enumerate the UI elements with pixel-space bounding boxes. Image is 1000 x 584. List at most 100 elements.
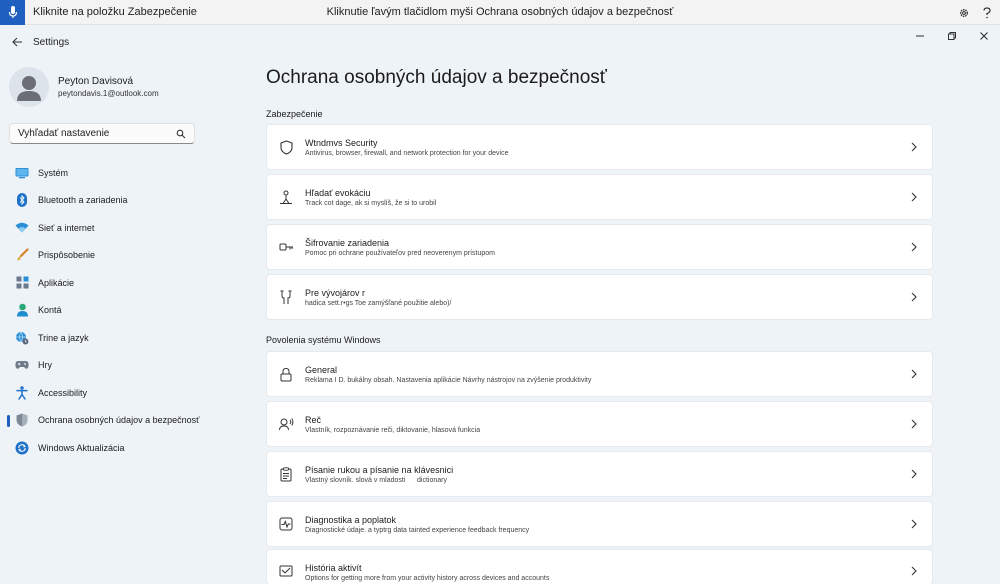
sidebar-item-apps[interactable]: Aplikácie	[0, 269, 240, 297]
sidebar-item-label: Hry	[38, 360, 52, 371]
card-subtitle: hadica sett.r•gs Toe zamýšľané použitie …	[305, 299, 452, 307]
sidebar-item-label: Prispôsobenie	[38, 250, 96, 261]
sidebar-item-gaming[interactable]: Hry	[0, 352, 240, 380]
sidebar-item-windows-update[interactable]: Windows Aktualizácia	[0, 434, 240, 462]
wifi-icon	[15, 221, 29, 235]
sidebar-item-privacy-security[interactable]: Ochrana osobných údajov a bezpečnosť	[0, 407, 240, 435]
sidebar-item-network[interactable]: Sieť a internet	[0, 214, 240, 242]
card-title: Reč	[305, 414, 322, 425]
user-profile[interactable]: Peyton Davisová peytondavis.1@outlook.co…	[9, 67, 159, 107]
sidebar-item-time-language[interactable]: Trine a jazyk	[0, 324, 240, 352]
card-subtitle: Options for getting more from your activ…	[305, 575, 550, 582]
accessibility-icon	[15, 386, 29, 400]
card-inking-typing[interactable]: Písanie rukou a písanie na klávesnici Vl…	[266, 451, 933, 497]
card-activity-history[interactable]: História aktivít Options for getting mor…	[266, 549, 933, 584]
shield-icon	[278, 139, 294, 155]
profile-name: Peyton Davisová	[58, 76, 134, 87]
section-header-windows-permissions: Povolenia systému Windows	[266, 335, 381, 345]
brush-icon	[15, 248, 29, 262]
person-icon	[17, 76, 41, 101]
sidebar-item-label: Sieť a internet	[38, 222, 95, 233]
card-title: General	[305, 364, 338, 375]
arrow-left-icon	[11, 37, 22, 47]
sidebar-item-label: Bluetooth a zariadenia	[38, 195, 128, 206]
bluetooth-icon	[15, 193, 29, 208]
lock-icon	[278, 366, 294, 382]
sidebar-item-label: Ochrana osobných údajov a bezpečnosť	[38, 415, 200, 426]
chevron-right-icon	[906, 563, 922, 579]
card-title: História aktivít	[305, 563, 362, 573]
sidebar-item-label: Kontá	[38, 305, 62, 316]
card-windows-security[interactable]: Wtndmvs Security Antivirus, browser, fir…	[266, 124, 933, 170]
card-subtitle: Pomoc pri ochrane používateľov pred neov…	[305, 249, 495, 257]
developer-icon	[278, 289, 294, 305]
chevron-right-icon	[906, 139, 922, 155]
sidebar-item-bluetooth[interactable]: Bluetooth a zariadenia	[0, 187, 240, 215]
globe-clock-icon	[15, 331, 29, 345]
card-find-my-device[interactable]: Hľadať evokáciu Track cot dage, ak si my…	[266, 174, 933, 220]
help-icon[interactable]	[982, 6, 992, 19]
card-title: Diagnostika a poplatok	[305, 514, 397, 525]
close-icon	[980, 32, 988, 40]
gear-icon[interactable]	[958, 7, 970, 19]
back-button[interactable]	[8, 33, 26, 51]
card-subtitle: Vlastný slovník. slová v mladosti dictio…	[305, 476, 447, 484]
card-title: Písanie rukou a písanie na klávesnici	[305, 464, 454, 475]
chevron-right-icon	[906, 516, 922, 532]
card-general[interactable]: General Reklama I D. bukálny obsah. Nast…	[266, 351, 933, 397]
card-diagnostics-feedback[interactable]: Diagnostika a poplatok Diagnostické údaj…	[266, 501, 933, 547]
microphone-icon	[8, 6, 17, 18]
shield-icon	[15, 413, 29, 427]
account-icon	[15, 303, 29, 317]
avatar	[9, 67, 49, 107]
voice-access-bar: Kliknite na položku Zabezpečenie Kliknut…	[0, 0, 1000, 25]
card-title: Pre vývojárov r	[305, 287, 366, 298]
navigation-list: Systém Bluetooth a zariadenia Sieť a int…	[0, 159, 240, 462]
history-icon	[278, 563, 294, 579]
card-speech[interactable]: Reč Vlastník, rozpoznávanie reči, diktov…	[266, 401, 933, 447]
search-box[interactable]	[9, 123, 195, 144]
chevron-right-icon	[906, 366, 922, 382]
microphone-button[interactable]	[0, 0, 25, 25]
system-icon	[15, 166, 29, 180]
sidebar-item-accounts[interactable]: Kontá	[0, 297, 240, 325]
chevron-right-icon	[906, 239, 922, 255]
sidebar-item-accessibility[interactable]: Accessibility	[0, 379, 240, 407]
sidebar: Peyton Davisová peytondavis.1@outlook.co…	[0, 59, 240, 584]
minimize-button[interactable]	[904, 25, 936, 47]
key-icon	[278, 239, 294, 255]
card-title: Šifrovanie zariadenia	[305, 237, 390, 248]
restore-button[interactable]	[936, 25, 968, 47]
card-title: Hľadať evokáciu	[305, 187, 371, 198]
sidebar-item-label: Aplikácie	[38, 277, 75, 288]
sidebar-item-label: Accessibility	[38, 387, 88, 398]
update-icon	[15, 441, 29, 455]
card-subtitle: Track cot dage, ak si myslíš, že si to u…	[305, 199, 437, 207]
card-title: Wtndmvs Security	[305, 137, 378, 148]
close-button[interactable]	[968, 25, 1000, 47]
card-subtitle: Diagnostické údaje. a typtrg data tainte…	[305, 526, 530, 534]
apps-icon	[15, 276, 29, 290]
profile-email: peytondavis.1@outlook.com	[58, 89, 159, 98]
sidebar-item-label: Systém	[38, 167, 69, 178]
section-header-security: Zabezpečenie	[266, 109, 323, 119]
search-icon[interactable]	[176, 129, 186, 139]
diagnostics-icon	[278, 516, 294, 532]
sidebar-item-label: Windows Aktualizácia	[38, 442, 125, 453]
speech-icon	[278, 416, 294, 432]
card-subtitle: Antivirus, browser, firewall, and networ…	[305, 149, 509, 157]
sidebar-item-system[interactable]: Systém	[0, 159, 240, 187]
search-input[interactable]	[18, 128, 176, 139]
card-device-encryption[interactable]: Šifrovanie zariadenia Pomoc pri ochrane …	[266, 224, 933, 270]
app-title: Settings	[33, 36, 70, 48]
sidebar-item-personalization[interactable]: Prispôsobenie	[0, 242, 240, 270]
chevron-right-icon	[906, 466, 922, 482]
window-title-bar: Settings	[0, 25, 1000, 59]
page-title: Ochrana osobných údajov a bezpečnosť	[266, 67, 607, 88]
voice-status-text: Kliknite na položku Zabezpečenie	[33, 6, 197, 18]
sidebar-item-label: Trine a jazyk	[38, 332, 89, 343]
card-for-developers[interactable]: Pre vývojárov r hadica sett.r•gs Toe zam…	[266, 274, 933, 320]
clipboard-icon	[278, 466, 294, 482]
card-subtitle: Reklama I D. bukálny obsah. Nastavenia a…	[305, 376, 592, 384]
person-pin-icon	[278, 189, 294, 205]
